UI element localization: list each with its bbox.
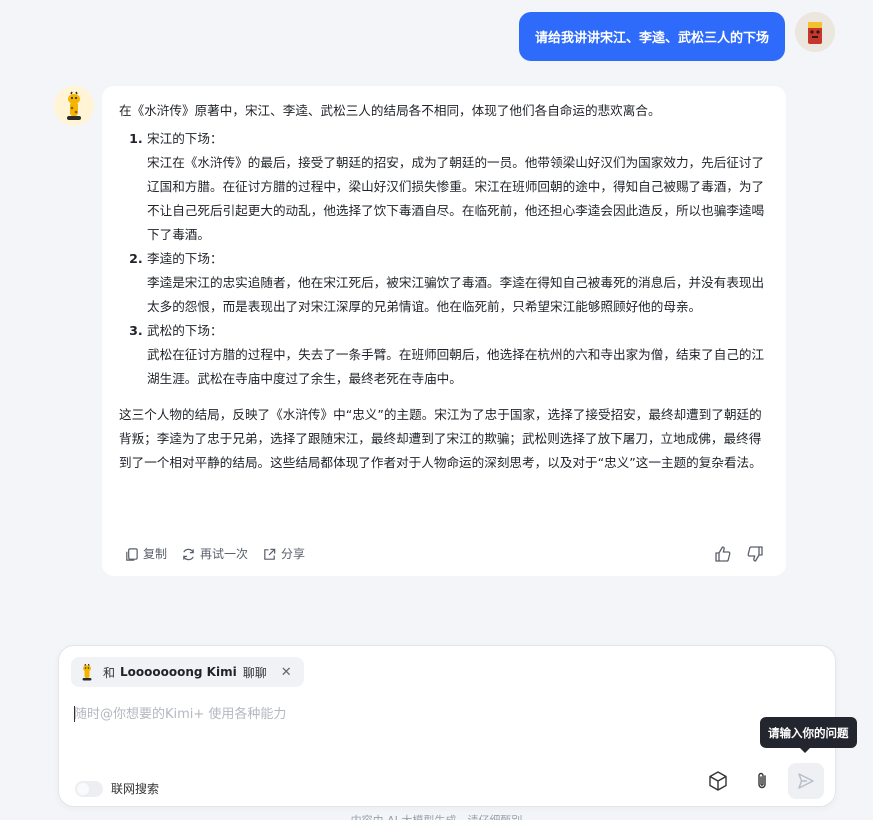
kimi-mode-chip[interactable]: 和 Looooooong Kimi 聊聊 ✕ bbox=[71, 657, 304, 687]
user-avatar-icon bbox=[795, 12, 835, 52]
list-item: 武松的下场： 武松在征讨方腊的过程中，失去了一条手臂。在班师回朝后，他选择在杭州… bbox=[147, 319, 769, 391]
chip-prefix: 和 bbox=[103, 665, 116, 680]
send-button[interactable] bbox=[788, 763, 824, 799]
plugin-button[interactable] bbox=[702, 765, 734, 797]
chip-close-icon[interactable]: ✕ bbox=[281, 665, 292, 680]
chat-input-box: 和 Looooooong Kimi 聊聊 ✕ 联网搜索 bbox=[58, 645, 836, 807]
user-message: 请给我讲讲宋江、李逵、武松三人的下场 bbox=[518, 12, 785, 61]
share-label: 分享 bbox=[281, 547, 306, 561]
chip-suffix: 聊聊 bbox=[242, 665, 267, 680]
copy-icon bbox=[126, 547, 138, 561]
bot-summary: 这三个人物的结局，反映了《水浒传》中“忠义”的主题。宋江为了忠于国家，选择了接受… bbox=[119, 407, 762, 470]
thumbs-down-icon bbox=[747, 546, 763, 562]
thumbs-up-button[interactable] bbox=[714, 545, 732, 563]
web-search-switch-knob bbox=[77, 782, 89, 795]
attach-button[interactable] bbox=[746, 765, 778, 797]
giraffe-icon bbox=[54, 86, 94, 126]
list-item-body: 武松在征讨方腊的过程中，失去了一条手臂。在班师回朝后，他选择在杭州的六和寺出家为… bbox=[147, 347, 765, 386]
list-item-body: 宋江在《水浒传》的最后，接受了朝廷的招安，成为了朝廷的一员。他带领梁山好汉们为国… bbox=[147, 155, 765, 242]
copy-label: 复制 bbox=[143, 547, 168, 561]
retry-label: 再试一次 bbox=[200, 547, 249, 561]
web-search-switch[interactable] bbox=[75, 780, 103, 797]
share-button[interactable]: 分享 bbox=[262, 542, 305, 566]
paperclip-icon bbox=[758, 772, 766, 789]
web-search-label: 联网搜索 bbox=[111, 782, 160, 796]
cube-icon bbox=[709, 771, 727, 791]
message-actions: 复制 再试一次 分享 bbox=[124, 544, 764, 564]
user-message-bubble: 请给我讲讲宋江、李逵、武松三人的下场 bbox=[518, 12, 785, 61]
message-input[interactable] bbox=[74, 702, 674, 726]
send-tooltip: 请输入你的问题 bbox=[760, 717, 857, 753]
list-item-title: 武松的下场： bbox=[147, 323, 223, 338]
user-avatar[interactable] bbox=[795, 12, 835, 52]
feedback-group bbox=[700, 545, 764, 563]
bot-intro: 在《水浒传》原著中，宋江、李逵、武松三人的结局各不相同，体现了他们各自命运的悲欢… bbox=[119, 103, 661, 118]
kimi-avatar bbox=[54, 86, 94, 126]
copy-button[interactable]: 复制 bbox=[124, 542, 167, 566]
giraffe-icon bbox=[82, 663, 92, 681]
refresh-icon bbox=[183, 548, 194, 560]
retry-button[interactable]: 再试一次 bbox=[181, 542, 248, 566]
send-icon bbox=[798, 773, 814, 789]
list-item-title: 李逵的下场： bbox=[147, 251, 223, 266]
web-search-toggle[interactable]: 联网搜索 bbox=[75, 780, 159, 797]
bot-message: 在《水浒传》原著中，宋江、李逵、武松三人的结局各不相同，体现了他们各自命运的悲欢… bbox=[102, 86, 786, 576]
chip-name: Looooooong Kimi bbox=[120, 665, 237, 679]
share-icon bbox=[264, 548, 276, 560]
list-item: 李逵的下场： 李逵是宋江的忠实追随者，他在宋江死后，被宋江骗饮了毒酒。李逵在得知… bbox=[147, 247, 769, 319]
thumbs-up-icon bbox=[715, 546, 731, 562]
bot-list: 宋江的下场： 宋江在《水浒传》的最后，接受了朝廷的招安，成为了朝廷的一员。他带领… bbox=[119, 127, 769, 391]
footer-disclaimer: 内容由 AI 大模型生成，请仔细甄别 bbox=[0, 812, 873, 820]
thumbs-down-button[interactable] bbox=[746, 545, 764, 563]
list-item-body: 李逵是宋江的忠实追随者，他在宋江死后，被宋江骗饮了毒酒。李逵在得知自己被毒死的消… bbox=[147, 275, 765, 314]
list-item: 宋江的下场： 宋江在《水浒传》的最后，接受了朝廷的招安，成为了朝廷的一员。他带领… bbox=[147, 127, 769, 247]
list-item-title: 宋江的下场： bbox=[147, 131, 223, 146]
